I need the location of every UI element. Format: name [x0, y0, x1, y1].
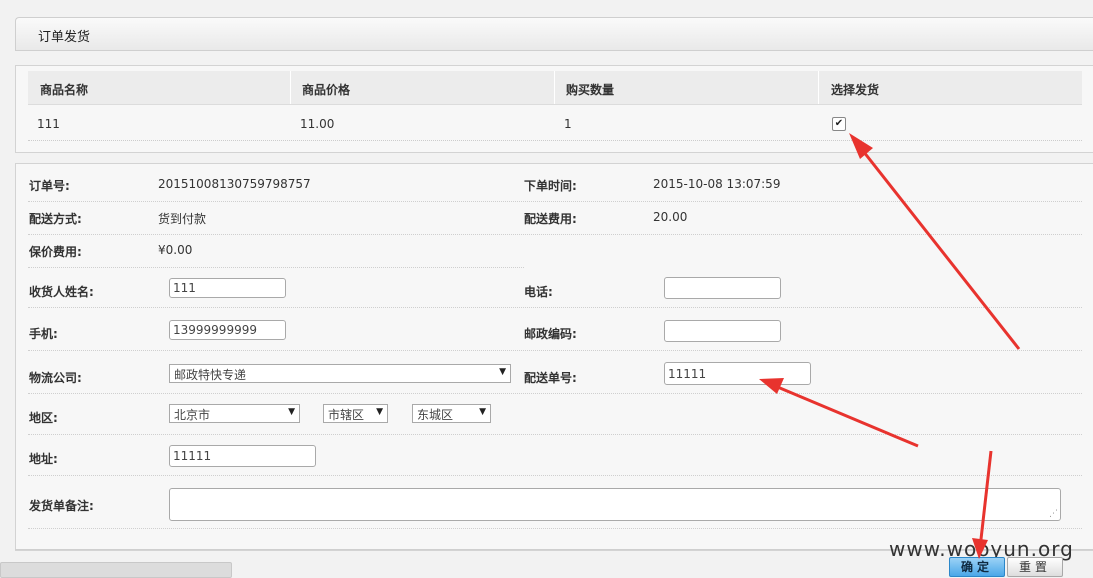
- logistics-select[interactable]: 邮政特快专递 ▼: [169, 364, 511, 383]
- receiver-name-input[interactable]: [169, 278, 286, 298]
- chevron-down-icon: ▼: [499, 367, 506, 377]
- reset-button[interactable]: 重置: [1007, 557, 1063, 577]
- goods-table-header: 商品名称 商品价格 购买数量 选择发货: [28, 71, 1082, 105]
- header-goods-price: 商品价格: [302, 83, 351, 97]
- goods-name-cell: 111: [37, 117, 60, 131]
- header-goods-name: 商品名称: [40, 83, 89, 97]
- receiver-name-label: 收货人姓名:: [29, 285, 94, 299]
- divider: [28, 267, 524, 268]
- delivery-fee-value: 20.00: [653, 210, 688, 224]
- header-divider: [818, 71, 819, 104]
- district-select[interactable]: 东城区 ▼: [412, 404, 491, 423]
- mobile-input[interactable]: [169, 320, 286, 340]
- address-input[interactable]: [169, 445, 316, 467]
- remark-label: 发货单备注:: [29, 499, 94, 513]
- divider: [28, 350, 1082, 351]
- goods-table: 商品名称 商品价格 购买数量 选择发货 111 11.00 1 ✔: [15, 65, 1093, 153]
- divider: [28, 140, 1082, 141]
- divider: [28, 475, 1082, 476]
- logistics-selected-value: 邮政特快专递: [174, 368, 247, 382]
- tracking-no-input[interactable]: [664, 362, 811, 385]
- insurance-value: ¥0.00: [158, 243, 193, 257]
- chevron-down-icon: ▼: [376, 407, 383, 417]
- city-selected-value: 市辖区: [328, 408, 365, 422]
- order-no-label: 订单号:: [29, 179, 70, 193]
- order-time-label: 下单时间:: [524, 179, 577, 193]
- header-quantity: 购买数量: [566, 83, 615, 97]
- quantity-cell: 1: [564, 117, 572, 131]
- chevron-down-icon: ▼: [479, 407, 486, 417]
- confirm-button[interactable]: 确定: [949, 557, 1005, 577]
- province-select[interactable]: 北京市 ▼: [169, 404, 300, 423]
- delivery-fee-label: 配送费用:: [524, 212, 577, 226]
- province-selected-value: 北京市: [174, 408, 211, 422]
- logistics-label: 物流公司:: [29, 371, 82, 385]
- district-selected-value: 东城区: [417, 408, 454, 422]
- insurance-label: 保价费用:: [29, 245, 82, 259]
- divider: [28, 528, 1082, 529]
- select-ship-checkbox[interactable]: ✔: [832, 117, 846, 131]
- postcode-input[interactable]: [664, 320, 781, 342]
- horizontal-scrollbar[interactable]: [0, 562, 232, 578]
- panel-header: 订单发货: [15, 17, 1093, 51]
- header-divider: [554, 71, 555, 104]
- address-label: 地址:: [29, 452, 58, 466]
- divider: [28, 393, 1082, 394]
- postcode-label: 邮政编码:: [524, 327, 577, 341]
- mobile-label: 手机:: [29, 327, 58, 341]
- phone-input[interactable]: [664, 277, 781, 299]
- order-form: 订单号: 20151008130759798757 下单时间: 2015-10-…: [15, 163, 1093, 551]
- panel-title: 订单发货: [38, 30, 91, 45]
- delivery-method-value: 货到付款: [158, 212, 207, 226]
- phone-label: 电话:: [524, 285, 553, 299]
- tracking-no-label: 配送单号:: [524, 371, 577, 385]
- city-select[interactable]: 市辖区 ▼: [323, 404, 388, 423]
- divider: [28, 234, 1082, 235]
- divider: [28, 201, 1082, 202]
- header-divider: [290, 71, 291, 104]
- divider: [28, 434, 1082, 435]
- header-select-ship: 选择发货: [831, 83, 880, 97]
- order-time-value: 2015-10-08 13:07:59: [653, 177, 781, 191]
- resize-grip-icon[interactable]: ⋰: [1049, 510, 1058, 519]
- remark-textarea[interactable]: ⋰: [169, 488, 1061, 521]
- order-no-value: 20151008130759798757: [158, 177, 311, 191]
- region-label: 地区:: [29, 411, 58, 425]
- goods-price-cell: 11.00: [300, 117, 335, 131]
- delivery-method-label: 配送方式:: [29, 212, 82, 226]
- chevron-down-icon: ▼: [288, 407, 295, 417]
- divider: [28, 307, 1082, 308]
